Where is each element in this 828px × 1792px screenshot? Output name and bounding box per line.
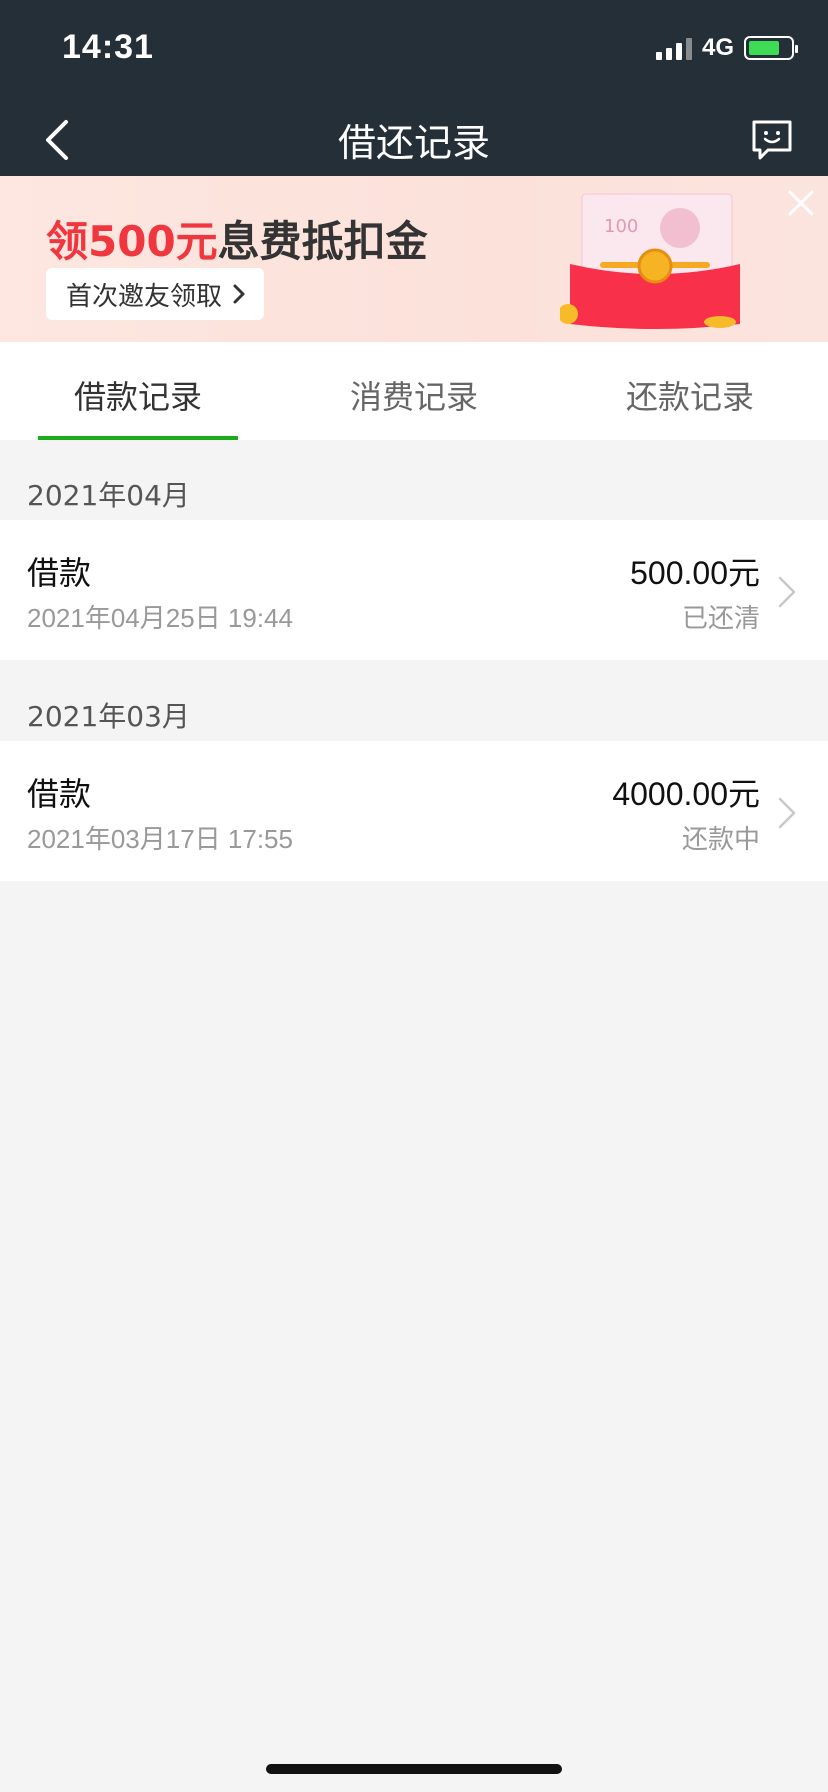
banner-title: 领500元息费抵扣金	[46, 208, 428, 269]
red-envelope-illustration: 100	[560, 193, 740, 329]
status-time: 14:31	[62, 28, 154, 66]
record-status: 还款中	[681, 825, 760, 855]
invite-friend-label: 首次邀友领取	[66, 281, 223, 312]
banner-title-highlight: 领500元	[46, 217, 218, 266]
close-icon[interactable]	[786, 188, 816, 218]
banknote-value: 100	[604, 216, 638, 237]
tab-loan-records[interactable]: 借款记录	[0, 372, 276, 418]
record-status: 已还清	[681, 604, 760, 634]
page-title: 借还记录	[337, 121, 490, 165]
invite-friend-button[interactable]: 首次邀友领取	[46, 268, 264, 320]
nav-bar: 借还记录	[0, 100, 828, 176]
battery-icon	[744, 36, 798, 60]
month-header: 2021年04月	[27, 479, 190, 512]
chevron-right-icon	[233, 284, 245, 304]
record-datetime: 2021年03月17日 17:55	[27, 824, 293, 854]
loan-record-row[interactable]: 借款 2021年03月17日 17:55 4000.00元 还款中	[0, 741, 828, 881]
promo-banner[interactable]: 领500元息费抵扣金 首次邀友领取 100	[0, 176, 828, 342]
chevron-right-icon	[778, 576, 796, 608]
status-icons: 4G	[655, 34, 798, 62]
loan-record-row[interactable]: 借款 2021年04月25日 19:44 500.00元 已还清	[0, 520, 828, 660]
record-type: 借款	[27, 775, 92, 813]
month-header: 2021年03月	[27, 700, 190, 733]
home-indicator[interactable]	[266, 1764, 562, 1774]
record-amount: 4000.00元	[612, 776, 760, 812]
status-bar: 14:31 4G	[0, 0, 828, 100]
feedback-chat-icon[interactable]	[750, 118, 794, 162]
tab-repayment-records[interactable]: 还款记录	[552, 372, 828, 418]
network-label: 4G	[701, 34, 734, 61]
record-amount: 500.00元	[630, 555, 760, 591]
record-datetime: 2021年04月25日 19:44	[27, 603, 293, 633]
record-type: 借款	[27, 554, 92, 592]
chevron-right-icon	[778, 797, 796, 829]
signal-icon	[655, 36, 692, 60]
record-tabs: 借款记录 消费记录 还款记录	[0, 342, 828, 440]
active-tab-indicator	[38, 436, 238, 440]
banner-title-rest: 息费抵扣金	[217, 217, 428, 266]
tab-consumption-records[interactable]: 消费记录	[276, 372, 552, 418]
